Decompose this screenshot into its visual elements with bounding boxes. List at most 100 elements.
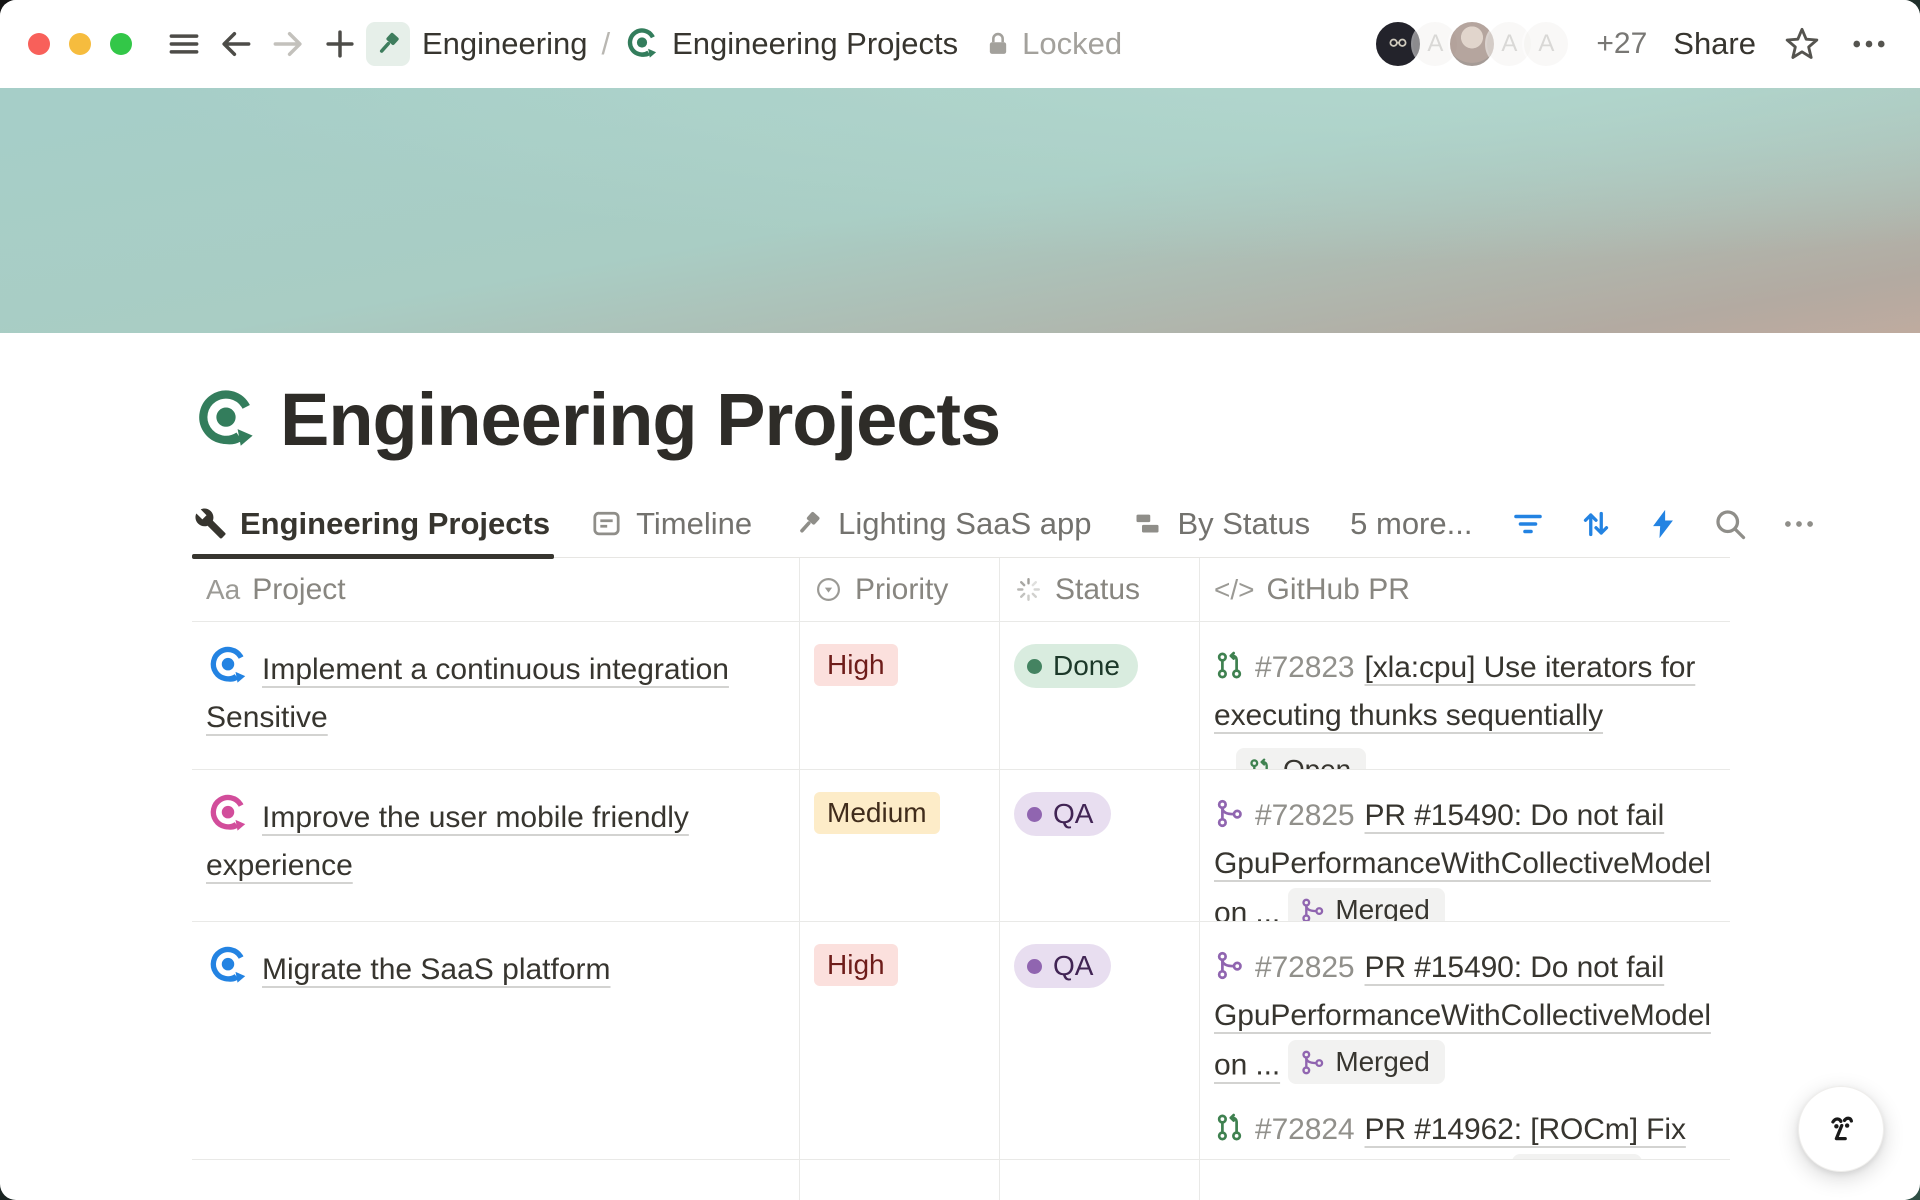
pr-number: #72824 — [1255, 1113, 1355, 1146]
cell-priority[interactable]: High — [800, 622, 1000, 770]
cell-status[interactable]: QA — [1000, 770, 1200, 922]
plus-icon — [321, 25, 359, 63]
sidebar-toggle-button[interactable] — [158, 18, 210, 70]
cell-github-pr[interactable]: #72825PR #15490: Do not fail GpuPerforma… — [1200, 922, 1730, 1160]
table-row: Improve the user mobile friendly experie… — [192, 770, 1730, 922]
new-tab-button[interactable] — [314, 18, 366, 70]
page-cover-image — [0, 88, 1920, 333]
tab-by-status[interactable]: By Status — [1129, 490, 1314, 557]
pr-state-badge: Merged — [1288, 1040, 1444, 1084]
cell-priority[interactable]: High — [800, 922, 1000, 1160]
table-row: Implement a continuous integration Sensi… — [192, 622, 1730, 770]
page-content: Engineering Projects Engineering Project… — [0, 377, 1920, 1200]
star-icon — [1782, 24, 1822, 64]
board-icon — [1131, 507, 1164, 540]
cell-project[interactable]: Implement a continuous integration Sensi… — [192, 622, 800, 770]
ai-face-icon — [1818, 1106, 1864, 1152]
breadcrumb-page[interactable]: Engineering Projects — [672, 26, 958, 62]
pr-number: #72825 — [1255, 951, 1355, 984]
cell-priority[interactable]: Medium — [800, 770, 1000, 922]
cell-project[interactable]: Migrate the SaaS platform — [192, 922, 800, 1160]
column-header-github-pr[interactable]: </> GitHub PR — [1200, 558, 1730, 622]
avatar-face-icon — [1383, 29, 1413, 59]
project-title-link[interactable]: Migrate the SaaS platform — [262, 953, 611, 986]
column-header-priority[interactable]: Priority — [800, 558, 1000, 622]
locked-label: Locked — [1022, 26, 1122, 62]
tab-lighting-saas-app[interactable]: Lighting SaaS app — [790, 490, 1095, 557]
sort-button[interactable] — [1578, 506, 1614, 542]
window-zoom-button[interactable] — [110, 33, 132, 55]
table-row: Migrate the SaaS platform High QA #72825… — [192, 922, 1730, 1160]
more-options-button[interactable] — [1848, 23, 1890, 65]
back-button[interactable] — [210, 18, 262, 70]
search-icon — [1712, 506, 1748, 542]
view-more-button[interactable] — [1780, 505, 1818, 543]
favorite-button[interactable] — [1782, 24, 1822, 64]
pr-entry: #72823[xla:cpu] Use iterators for execut… — [1214, 644, 1714, 770]
column-header-status[interactable]: Status — [1000, 558, 1200, 622]
search-button[interactable] — [1712, 506, 1748, 542]
forward-button[interactable] — [262, 18, 314, 70]
wrench-icon — [194, 507, 227, 540]
arrow-right-icon — [269, 25, 307, 63]
table-header-row: Aa Project Priority — [192, 558, 1730, 622]
window-close-button[interactable] — [28, 33, 50, 55]
tab-more-views[interactable]: 5 more... — [1348, 490, 1476, 557]
hamburger-icon — [165, 25, 203, 63]
column-label: GitHub PR — [1266, 573, 1409, 607]
column-label: Priority — [855, 573, 948, 607]
avatar[interactable]: A — [1522, 20, 1570, 68]
filter-icon — [1510, 506, 1546, 542]
cell-status[interactable]: Done — [1000, 622, 1200, 770]
collaborators-more-count[interactable]: +27 — [1596, 27, 1647, 61]
status-badge: Done — [1014, 644, 1138, 688]
project-title-link[interactable]: Improve the user mobile friendly experie… — [206, 801, 689, 882]
tab-label: By Status — [1177, 506, 1310, 542]
arrow-left-icon — [217, 25, 255, 63]
tab-engineering-projects[interactable]: Engineering Projects — [192, 490, 554, 557]
pr-state-badge: Merged — [1288, 888, 1444, 922]
window-minimize-button[interactable] — [69, 33, 91, 55]
notion-ai-button[interactable] — [1798, 1086, 1884, 1172]
pr-number: #72823 — [1255, 651, 1355, 684]
column-header-project[interactable]: Aa Project — [192, 558, 800, 622]
status-badge: QA — [1014, 944, 1111, 988]
page-header: Engineering Projects — [192, 377, 1920, 462]
avatar-stack[interactable]: A A A — [1374, 20, 1570, 68]
tab-label: Lighting SaaS app — [838, 506, 1091, 542]
column-label: Status — [1055, 573, 1140, 607]
pull-request-merged-icon — [1299, 897, 1326, 923]
status-badge: QA — [1014, 792, 1111, 836]
share-button[interactable]: Share — [1673, 26, 1756, 62]
project-cycle-icon — [206, 792, 250, 836]
page-icon[interactable] — [192, 386, 260, 454]
cell-github-pr[interactable]: #72825PR #15490: Do not fail GpuPerforma… — [1200, 770, 1730, 922]
priority-badge: High — [814, 944, 898, 986]
tab-timeline[interactable]: Timeline — [588, 490, 756, 557]
cell-project[interactable]: Improve the user mobile friendly experie… — [192, 770, 800, 922]
pull-request-merged-icon — [1214, 950, 1245, 981]
timeline-icon — [590, 507, 623, 540]
automations-button[interactable] — [1646, 507, 1680, 541]
view-tabbar: Engineering Projects Timeline Lighting S… — [192, 490, 1730, 558]
app-window: Engineering / Engineering Projects Locke… — [0, 0, 1920, 1200]
pr-entry: #72825PR #15490: Do not fail GpuPerforma… — [1214, 944, 1714, 1090]
pull-request-merged-icon — [1299, 1049, 1326, 1076]
filter-button[interactable] — [1510, 506, 1546, 542]
project-cycle-icon — [206, 644, 250, 688]
workspace-hammer-icon[interactable] — [366, 22, 410, 66]
status-dot — [1027, 807, 1042, 822]
project-title-link[interactable]: Implement a continuous integration Sensi… — [206, 653, 729, 734]
breadcrumb-separator: / — [601, 26, 610, 62]
select-type-icon — [814, 575, 843, 604]
breadcrumb-workspace[interactable]: Engineering — [422, 26, 587, 62]
locked-indicator[interactable]: Locked — [984, 26, 1122, 62]
pull-request-open-icon — [1214, 650, 1245, 681]
cell-github-pr[interactable]: #72823[xla:cpu] Use iterators for execut… — [1200, 622, 1730, 770]
clipped-next-row — [192, 1160, 1730, 1200]
tab-label: Timeline — [636, 506, 752, 542]
window-titlebar: Engineering / Engineering Projects Locke… — [0, 0, 1920, 88]
text-type-icon: Aa — [206, 574, 240, 606]
tab-label: Engineering Projects — [240, 506, 550, 542]
cell-status[interactable]: QA — [1000, 922, 1200, 1160]
